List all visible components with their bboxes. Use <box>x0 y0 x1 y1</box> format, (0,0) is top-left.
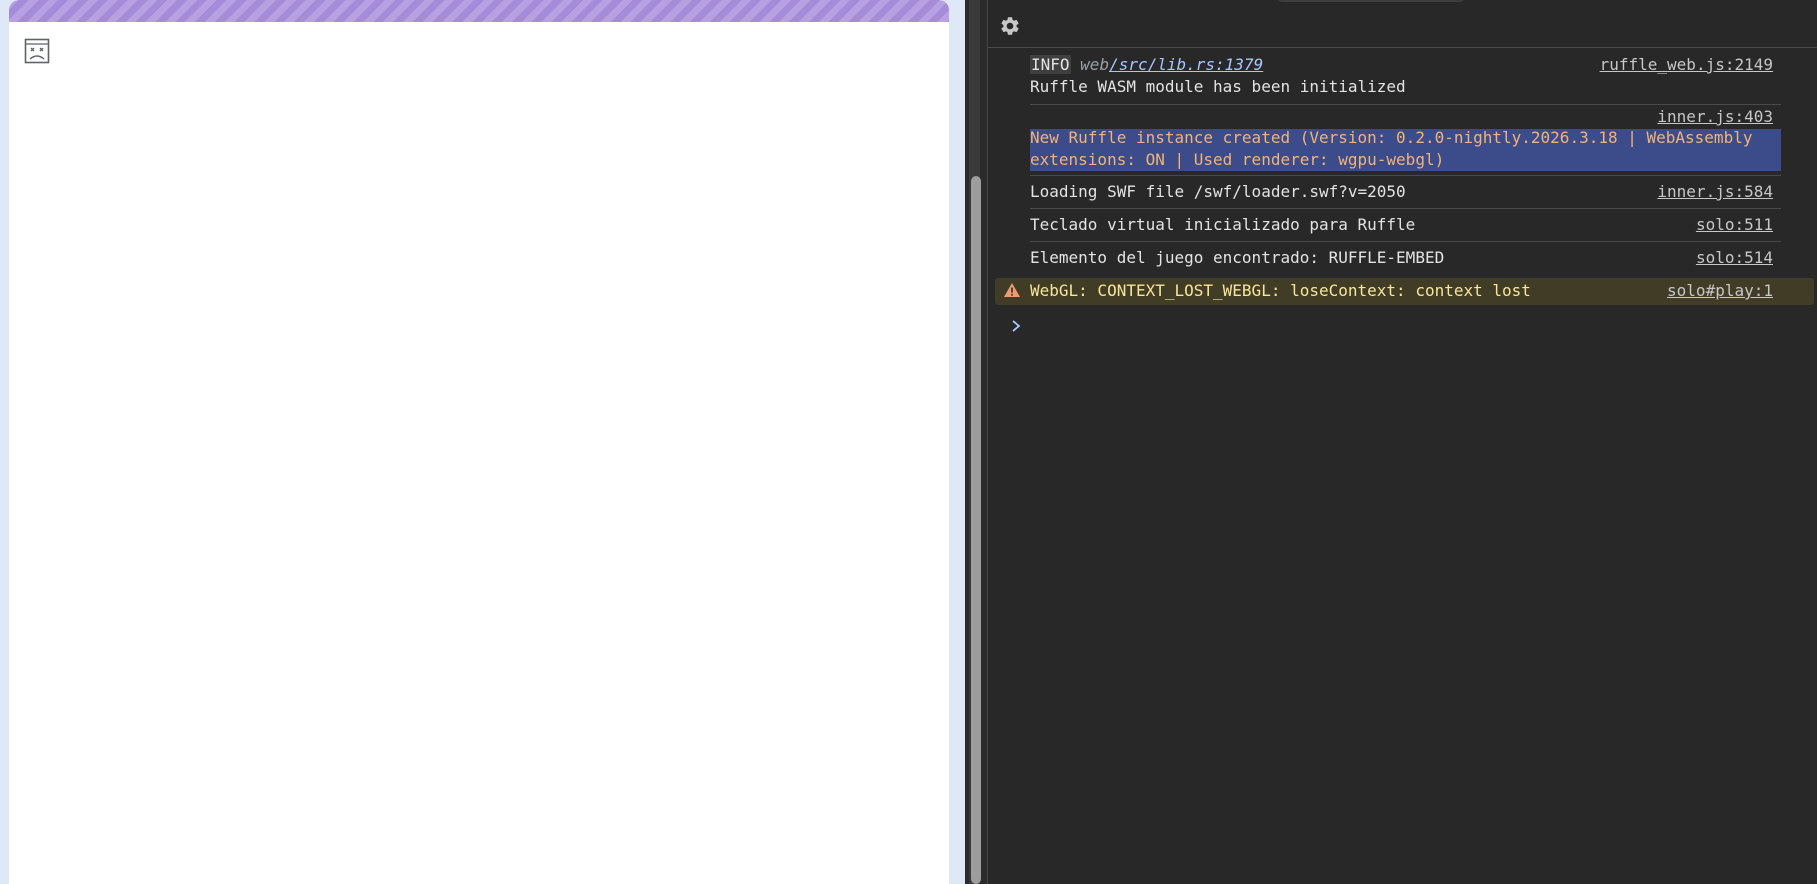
message-separator <box>1030 175 1781 176</box>
console-settings-button[interactable] <box>998 14 1022 38</box>
console-message: Loading SWF file /swf/loader.swf?v=2050 … <box>1030 181 1781 203</box>
loading-stripe-bar <box>9 0 949 22</box>
console-message: INFO web/src/lib.rs:1379 ruffle_web.js:2… <box>1030 54 1781 76</box>
console-message: WebGL: CONTEXT_LOST_WEBGL: loseContext: … <box>1030 280 1781 302</box>
message-source-link[interactable]: inner.js:584 <box>1657 181 1773 203</box>
source-path-link[interactable]: /src/lib.rs:1379 <box>1109 55 1263 74</box>
console-message-text: New Ruffle instance created (Version: 0.… <box>1030 128 1753 169</box>
message-source-link[interactable]: inner.js:403 <box>1657 106 1773 128</box>
page-edge <box>949 0 965 884</box>
console-message-text: Teclado virtual inicializado para Ruffle <box>1030 215 1416 234</box>
warning-icon <box>1003 282 1021 298</box>
gear-icon <box>1001 17 1019 35</box>
message-source-link[interactable]: solo:514 <box>1696 247 1773 269</box>
message-source-link[interactable]: solo:511 <box>1696 214 1773 236</box>
devtools-console-panel: INFO web/src/lib.rs:1379 ruffle_web.js:2… <box>987 0 1817 884</box>
message-source-link[interactable]: ruffle_web.js:2149 <box>1600 54 1773 76</box>
console-message-text: Ruffle WASM module has been initialized <box>1030 77 1406 96</box>
message-separator <box>1030 241 1781 242</box>
message-separator <box>1030 104 1781 105</box>
console-message: Teclado virtual inicializado para Ruffle… <box>1030 214 1781 236</box>
console-toolbar <box>988 0 1817 48</box>
console-message: Elemento del juego encontrado: RUFFLE-EM… <box>1030 247 1781 269</box>
chevron-right-icon[interactable] <box>1010 316 1024 336</box>
page-viewport <box>9 0 949 884</box>
console-message-text: WebGL: CONTEXT_LOST_WEBGL: loseContext: … <box>1030 281 1531 300</box>
broken-image-icon <box>24 38 50 64</box>
message-source-link[interactable]: solo#play:1 <box>1667 280 1773 302</box>
console-filter-input[interactable] <box>1278 0 1464 2</box>
module-tag: web <box>1080 55 1110 74</box>
page-scrollbar-thumb[interactable] <box>971 176 981 884</box>
info-tag: INFO <box>1030 55 1071 74</box>
console-message-text: Loading SWF file /swf/loader.swf?v=2050 <box>1030 182 1406 201</box>
console-message-text: Elemento del juego encontrado: RUFFLE-EM… <box>1030 248 1445 267</box>
message-separator <box>1030 208 1781 209</box>
